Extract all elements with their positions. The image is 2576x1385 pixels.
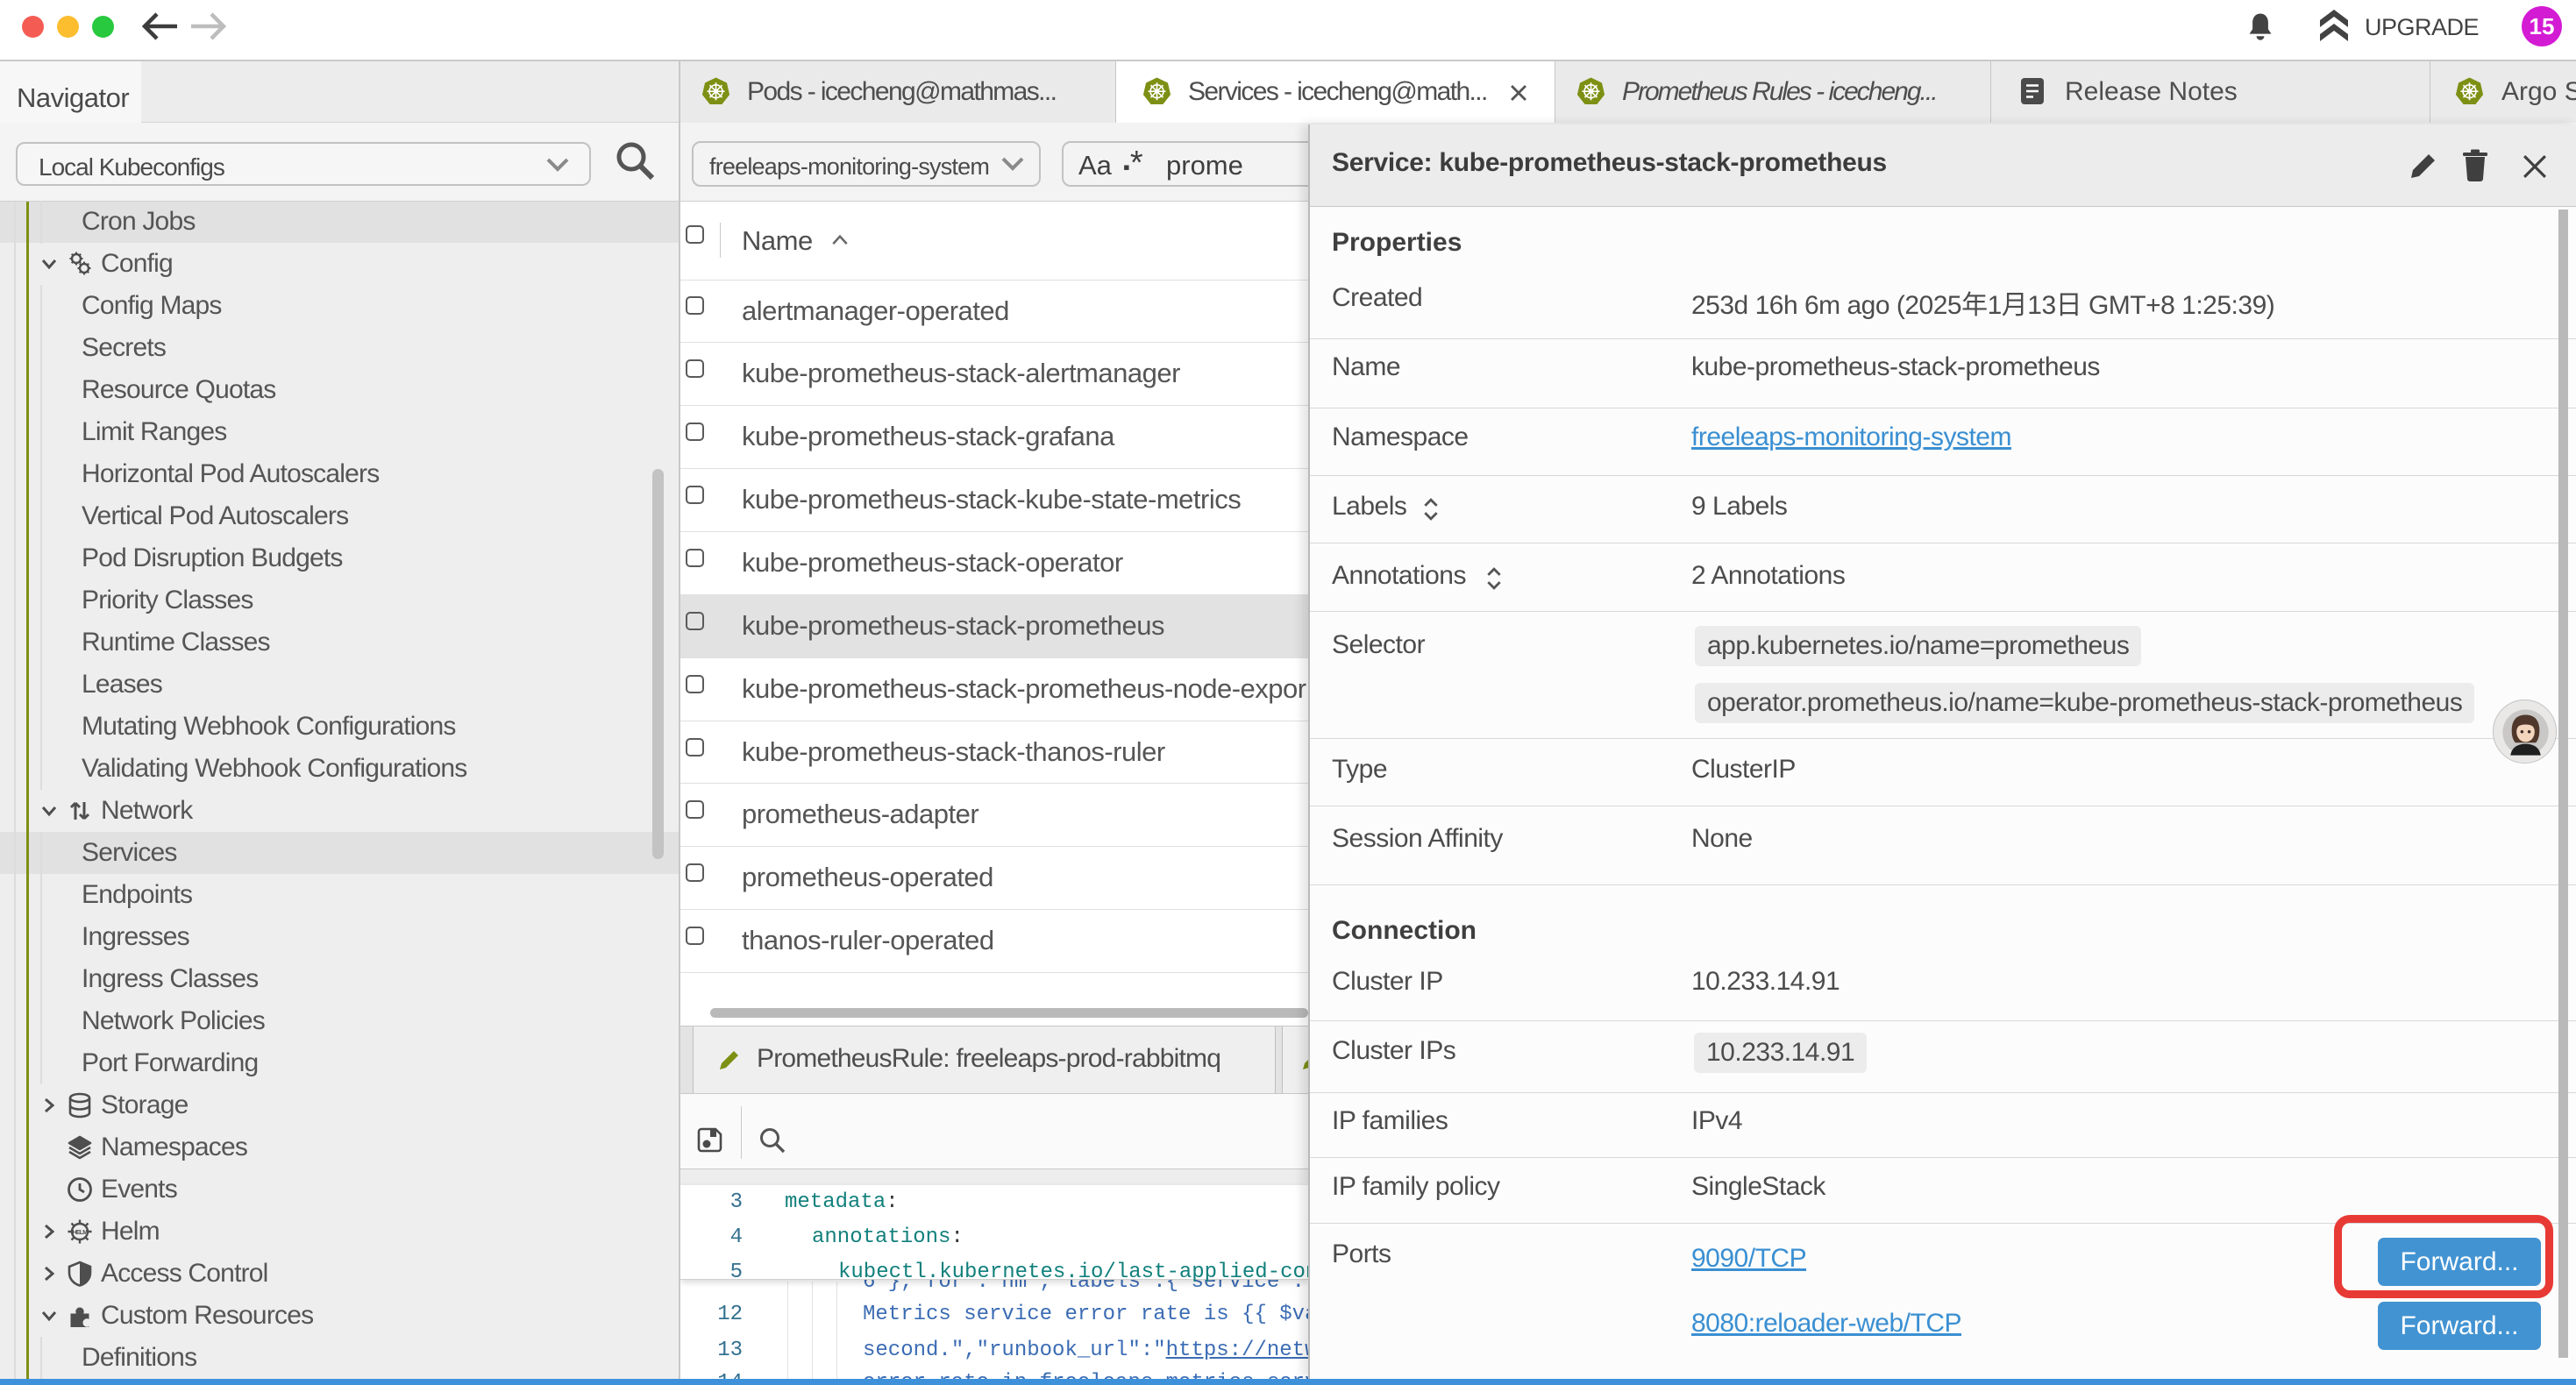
svg-text:HELM: HELM (73, 1230, 89, 1236)
